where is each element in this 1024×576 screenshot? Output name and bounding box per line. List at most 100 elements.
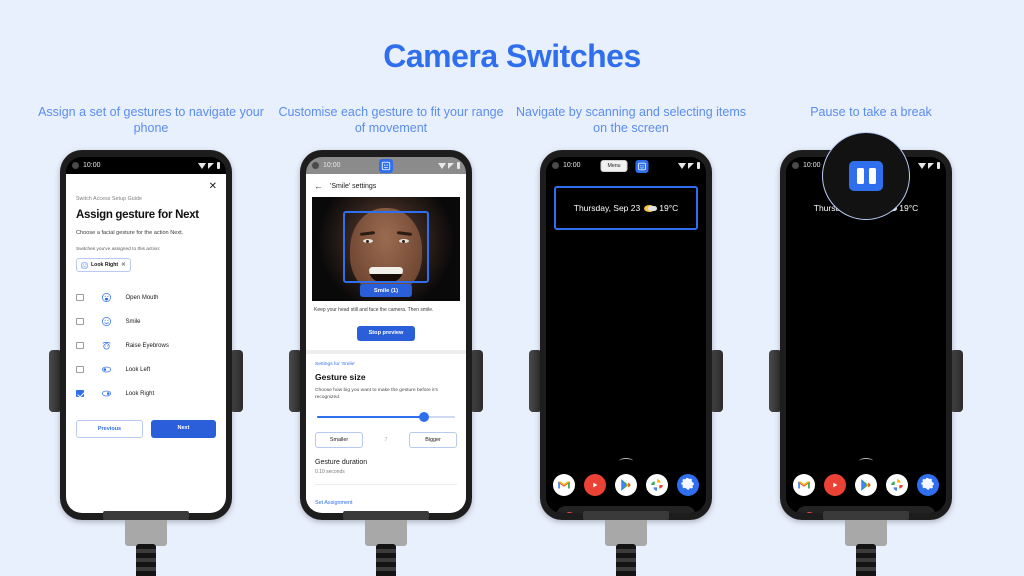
setup-guide-title: Assign gesture for Next: [76, 209, 199, 221]
next-button[interactable]: Next: [151, 419, 216, 438]
back-arrow-icon[interactable]: ←: [314, 181, 323, 191]
size-controls: Smaller 7 Bigger: [315, 431, 457, 448]
app-dock-3: [546, 474, 706, 496]
home-screen-3: Thursday, Sep 23 19°C: [546, 186, 706, 513]
status-time: 10:00: [803, 162, 821, 169]
battery-icon: [696, 162, 700, 169]
previous-button[interactable]: Previous: [76, 419, 143, 438]
charging-cable: [616, 544, 636, 576]
gesture-list: Open Mouth Smile Raise Eyebrows Look Lef…: [76, 286, 216, 406]
app-bar: ← 'Smile' settings: [306, 174, 466, 197]
gesture-settings-section: Settings for 'Smile' Gesture size Choose…: [306, 353, 466, 509]
camera-preview: Smile (1): [312, 197, 460, 301]
widget-temperature: 19°C: [659, 203, 679, 213]
face-gesture-icon: [81, 262, 88, 268]
menu-button[interactable]: Menu: [600, 160, 628, 172]
slider-fill: [317, 415, 425, 418]
gesture-checkbox[interactable]: [76, 341, 84, 350]
status-time: 10:00: [323, 162, 341, 169]
date-weather-widget[interactable]: Thursday, Sep 23 19°C: [554, 186, 698, 230]
wizard-buttons: Previous Next: [76, 419, 216, 438]
gesture-label: Smile: [125, 318, 141, 325]
status-avatar-icon: [312, 162, 319, 169]
smaller-button[interactable]: Smaller: [315, 431, 363, 448]
settings-gear-icon[interactable]: [677, 474, 699, 496]
assigned-switch-chip[interactable]: Look Right ✕: [76, 258, 131, 272]
app-drawer-handle[interactable]: [619, 458, 633, 464]
slider-thumb[interactable]: [419, 411, 430, 422]
phone-mount: [103, 511, 189, 546]
gesture-row-raise-eyebrows[interactable]: Raise Eyebrows: [76, 334, 216, 358]
battery-icon: [456, 162, 460, 169]
preview-instruction: Keep your head still and face the camera…: [306, 301, 466, 314]
gesture-checkbox[interactable]: [76, 365, 84, 374]
wifi-icon: [677, 162, 686, 169]
gesture-size-slider[interactable]: [317, 411, 455, 422]
phone-mount: [343, 511, 429, 546]
gmail-icon[interactable]: [553, 474, 575, 496]
look-right-icon: [101, 390, 111, 397]
phone-device-3: Menu 10:00 Thursday, Sep 23 19°C: [540, 150, 712, 520]
close-icon[interactable]: ✕: [209, 181, 217, 192]
wifi-icon: [917, 162, 926, 169]
gesture-duration-value: 0.10 seconds: [315, 468, 345, 475]
youtube-icon[interactable]: [584, 474, 606, 496]
caption-2: Customise each gesture to fit your range…: [278, 105, 504, 135]
stop-preview-row: Stop preview: [306, 314, 466, 350]
camera-switches-badge-icon: [379, 159, 393, 173]
set-assignment-link[interactable]: Set Assignment: [315, 500, 352, 506]
page-title: Camera Switches: [383, 38, 641, 74]
set-assignment-row: Set Assignment: [315, 483, 457, 509]
phone-rig-3: Menu 10:00 Thursday, Sep 23 19°C: [529, 150, 723, 576]
google-g-icon: [566, 511, 573, 513]
setup-guide-card: ✕ Switch Access Setup Guide Assign gestu…: [66, 174, 226, 513]
photos-icon[interactable]: [646, 474, 668, 496]
app-bar-title: 'Smile' settings: [330, 182, 377, 190]
gesture-duration-title: Gesture duration: [315, 458, 368, 466]
battery-icon: [936, 162, 940, 169]
phone-screen-2: 10:00 ← 'Smile' settings Smile (1) Keep …: [306, 157, 466, 513]
gesture-checkbox[interactable]: [76, 389, 84, 398]
status-avatar-icon: [552, 162, 559, 169]
play-store-icon[interactable]: [855, 474, 877, 496]
face-detection-box: [343, 211, 429, 283]
smile-settings-screen: ← 'Smile' settings Smile (1) Keep your h…: [306, 174, 466, 513]
raise-eyebrows-icon: [102, 342, 110, 350]
settings-gear-icon[interactable]: [917, 474, 939, 496]
signal-icon: [448, 162, 454, 169]
assistant-mic-icon[interactable]: [678, 511, 688, 513]
phone-device-1: 10:00 ✕ Switch Access Setup Guide Assign…: [60, 150, 232, 520]
pause-button-icon[interactable]: [849, 161, 883, 191]
gesture-row-look-left[interactable]: Look Left: [76, 358, 216, 382]
photos-icon[interactable]: [886, 474, 908, 496]
chip-remove-icon[interactable]: ✕: [121, 262, 126, 268]
gesture-label: Raise Eyebrows: [125, 342, 169, 349]
settings-for-link[interactable]: Settings for 'Smile': [315, 362, 457, 367]
assistant-mic-icon[interactable]: [918, 511, 928, 513]
app-drawer-handle[interactable]: [859, 458, 873, 464]
signal-icon: [928, 162, 934, 169]
camera-switches-badge-icon[interactable]: [635, 159, 649, 173]
stop-preview-button[interactable]: Stop preview: [356, 325, 416, 341]
phone-mount: [823, 511, 909, 546]
chip-label: Look Right: [91, 262, 119, 268]
play-store-icon[interactable]: [615, 474, 637, 496]
gesture-row-smile[interactable]: Smile: [76, 310, 216, 334]
gesture-checkbox[interactable]: [76, 293, 84, 302]
gesture-row-look-right[interactable]: Look Right: [76, 382, 216, 406]
phone-rig-4: 10:00 Thursday, Sep 23 19°C: [769, 132, 963, 576]
gesture-row-open-mouth[interactable]: Open Mouth: [76, 286, 216, 310]
wifi-icon: [437, 162, 446, 169]
gesture-label: Open Mouth: [125, 294, 159, 301]
status-avatar-icon: [72, 162, 79, 169]
charging-cable: [376, 544, 396, 576]
gmail-icon[interactable]: [793, 474, 815, 496]
bigger-button[interactable]: Bigger: [409, 431, 457, 448]
gesture-size-description: Choose how big you want to make the gest…: [315, 387, 438, 400]
phone-screen-1: 10:00 ✕ Switch Access Setup Guide Assign…: [66, 157, 226, 513]
youtube-icon[interactable]: [824, 474, 846, 496]
caption-4: Pause to take a break: [810, 105, 932, 119]
signal-icon: [688, 162, 694, 169]
gesture-checkbox[interactable]: [76, 317, 84, 326]
gesture-label: Look Left: [125, 366, 151, 373]
